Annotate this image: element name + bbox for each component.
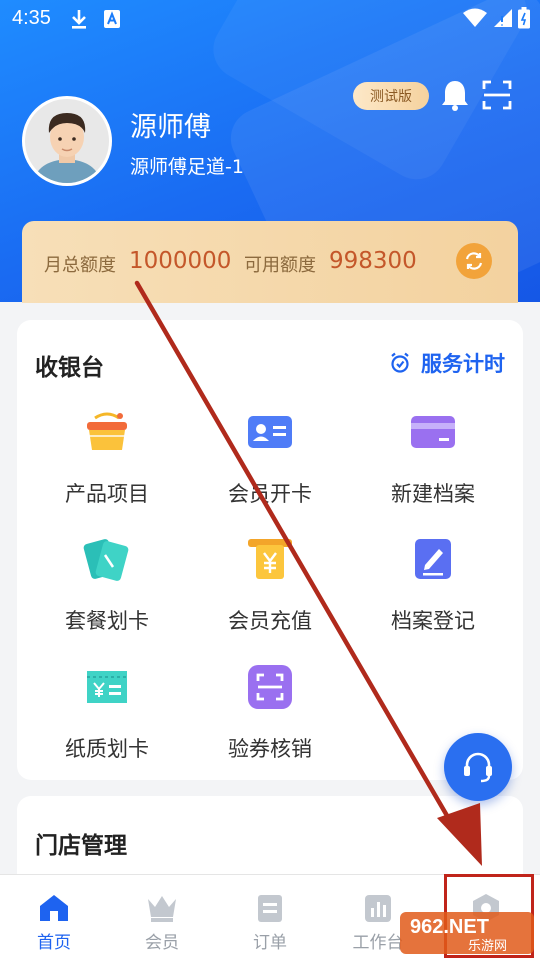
avatar[interactable]: [22, 96, 112, 186]
avatar-image: [25, 99, 109, 183]
battery-icon: [518, 7, 530, 29]
grid-item-record-register[interactable]: 档案登记: [348, 535, 518, 645]
app-notification-icon: [104, 10, 120, 28]
status-time: 4:35: [12, 7, 51, 29]
download-icon: [72, 10, 86, 29]
grid-item-member-recharge[interactable]: 会员充值: [185, 535, 355, 645]
grid-item-new-record[interactable]: 新建档案: [348, 408, 518, 518]
grid-item-label: 套餐划卡: [65, 609, 149, 633]
grid-item-label: 验券核销: [228, 737, 312, 761]
crown-icon: [148, 896, 176, 922]
yen-recharge-icon: [248, 539, 292, 579]
watermark-logo: 962.NET 乐游网: [400, 912, 534, 954]
bell-icon[interactable]: [440, 78, 470, 112]
test-version-badge: 测试版: [353, 82, 429, 110]
chart-icon: [365, 895, 391, 922]
scan-icon[interactable]: [482, 80, 512, 110]
grid-item-product[interactable]: 产品项目: [22, 408, 192, 518]
store-management-card: 门店管理: [17, 796, 523, 886]
order-icon: [258, 895, 282, 922]
status-bar: 4:35: [0, 0, 540, 38]
grid-item-label: 会员充值: [228, 609, 312, 633]
tab-home[interactable]: 首页: [0, 875, 108, 960]
store-name: 源师傅足道-1: [130, 156, 244, 178]
edit-record-icon: [415, 539, 451, 579]
home-icon: [40, 895, 68, 921]
basket-icon: [87, 412, 127, 450]
paper-ticket-icon: [87, 671, 127, 703]
store-management-title: 门店管理: [35, 833, 127, 859]
tab-label: 订单: [253, 933, 287, 953]
tab-order[interactable]: 订单: [216, 875, 324, 960]
credit-card-icon: [411, 416, 455, 448]
grid-item-coupon-verify[interactable]: 验券核销: [185, 663, 355, 773]
scan-coupon-icon: [248, 665, 292, 709]
refresh-button[interactable]: [456, 243, 492, 279]
monthly-quota-label: 月总额度: [44, 255, 116, 276]
svg-text:乐游网: 乐游网: [468, 939, 507, 954]
alarm-clock-icon: [391, 352, 409, 373]
service-timer-button[interactable]: 服务计时: [389, 348, 505, 378]
grid-item-paper-card[interactable]: 纸质划卡: [22, 663, 192, 773]
grid-item-member-open[interactable]: 会员开卡: [185, 408, 355, 518]
monthly-quota-value: 1000000: [129, 248, 232, 274]
grid-item-label: 新建档案: [391, 482, 475, 506]
wifi-icon: [463, 8, 487, 27]
grid-item-label: 纸质划卡: [65, 737, 149, 761]
tab-member[interactable]: 会员: [108, 875, 216, 960]
refresh-icon: [465, 252, 483, 270]
tab-label: 会员: [145, 933, 179, 953]
available-quota-value: 998300: [329, 248, 417, 274]
grid-item-label: 会员开卡: [228, 482, 312, 506]
tab-label: 首页: [37, 933, 71, 953]
cashier-title: 收银台: [35, 355, 104, 381]
headset-icon: [464, 752, 492, 783]
grid-item-label: 档案登记: [391, 609, 475, 633]
member-card-icon: [248, 416, 292, 448]
signal-icon: [494, 9, 512, 27]
svg-text:962.NET: 962.NET: [410, 916, 489, 938]
grid-item-package-card[interactable]: 套餐划卡: [22, 535, 192, 645]
customer-service-button[interactable]: [444, 733, 512, 801]
service-timer-label: 服务计时: [421, 352, 505, 376]
package-card-icon: [83, 539, 129, 581]
cashier-card: 收银台 服务计时 产品项目 会员开卡 新建档案 套餐划卡 会员充值 档案登记 纸…: [17, 320, 523, 780]
grid-item-label: 产品项目: [65, 482, 149, 506]
available-quota-label: 可用额度: [244, 255, 316, 276]
user-name: 源师傅: [130, 112, 211, 143]
quota-bar: 月总额度 1000000 可用额度 998300: [22, 221, 518, 303]
